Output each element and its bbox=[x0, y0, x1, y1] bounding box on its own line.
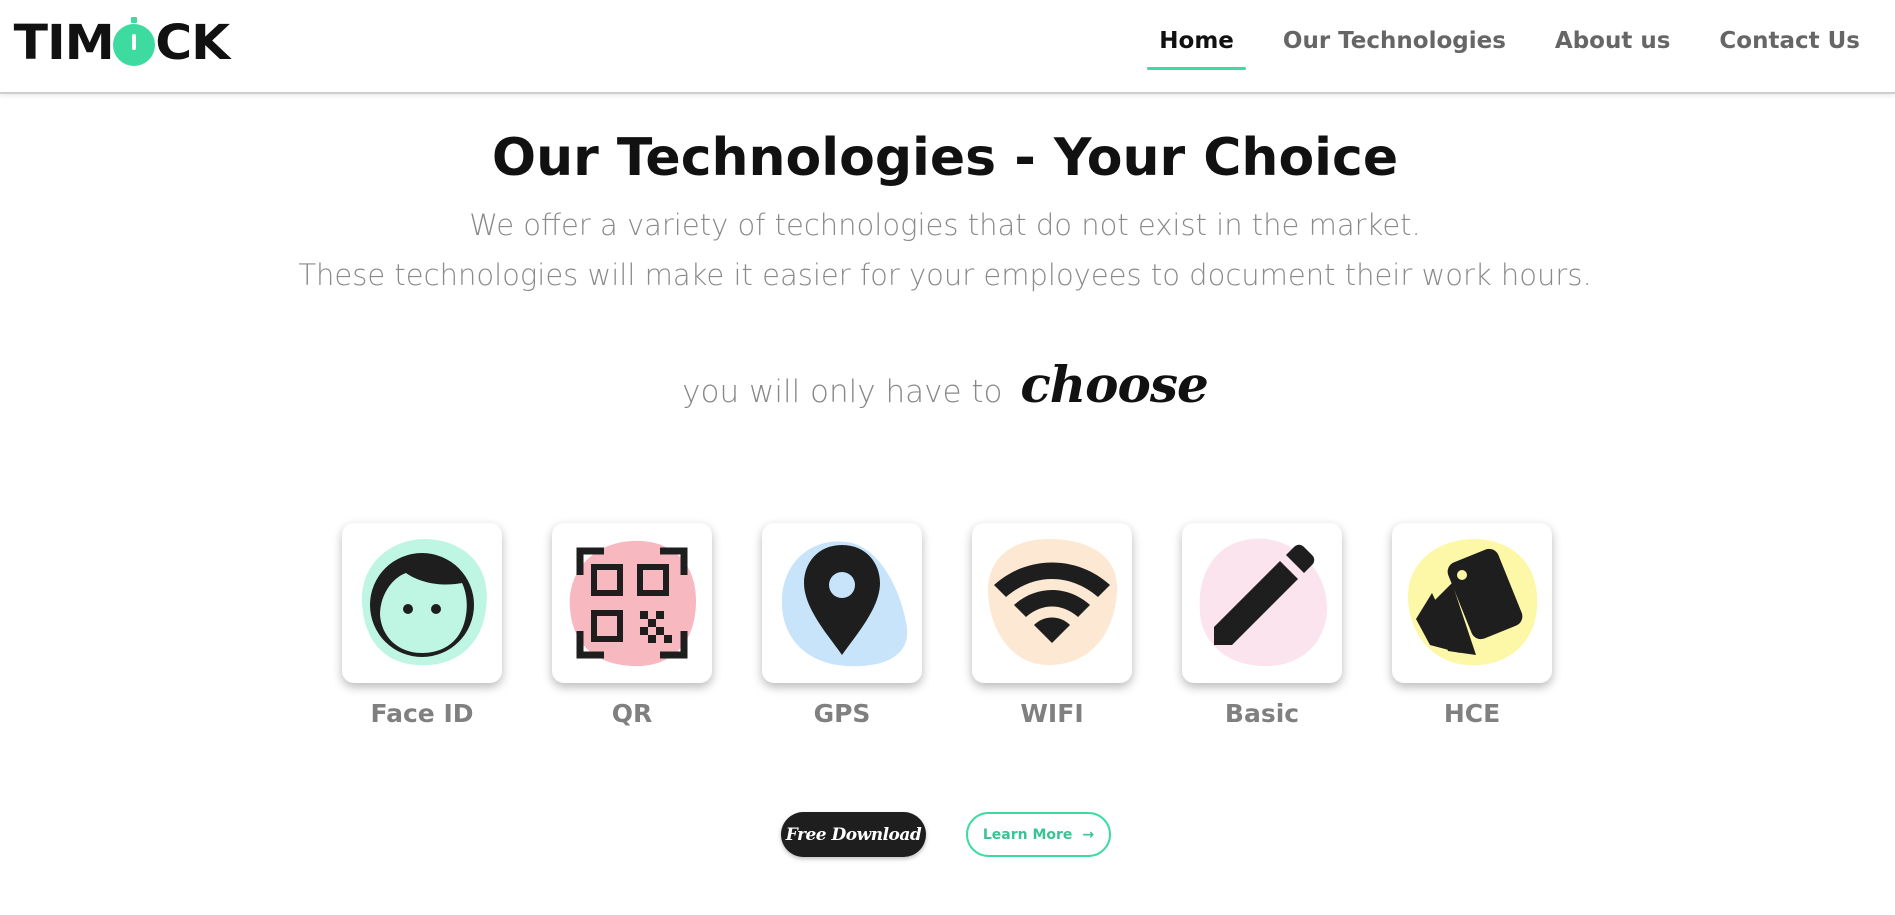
subtitle-line-2: These technologies will make it easier f… bbox=[298, 258, 1592, 292]
qr-code-icon bbox=[569, 540, 697, 667]
choose-tagline: you will only have to choose bbox=[0, 355, 1890, 414]
choose-word: choose bbox=[1020, 355, 1208, 414]
page-title: Our Technologies - Your Choice bbox=[491, 128, 1399, 188]
logo-text-start: TIM bbox=[13, 15, 115, 71]
nav-contact-us[interactable]: Contact Us bbox=[1707, 22, 1872, 64]
card-hce[interactable]: HCE bbox=[1392, 523, 1552, 728]
card-qr[interactable]: QR bbox=[552, 523, 712, 728]
card-label-gps: GPS bbox=[813, 699, 871, 728]
cards-icon bbox=[1407, 538, 1538, 666]
card-basic[interactable]: Basic bbox=[1182, 523, 1342, 728]
card-wifi[interactable]: WIFI bbox=[972, 523, 1132, 728]
free-download-button[interactable]: Free Download bbox=[781, 812, 926, 857]
card-label-face-id: Face ID bbox=[370, 699, 474, 728]
stopwatch-icon bbox=[113, 17, 156, 66]
learn-more-label: Learn More bbox=[982, 826, 1073, 843]
technology-cards: Face ID QR GPS WIFI Basic HCE bbox=[342, 523, 1552, 733]
arrow-right-icon: → bbox=[1082, 826, 1095, 843]
nav-our-technologies[interactable]: Our Technologies bbox=[1271, 22, 1518, 64]
main-nav: Home Our Technologies About us Contact U… bbox=[1122, 22, 1895, 70]
face-icon bbox=[361, 538, 487, 666]
card-label-wifi: WIFI bbox=[1020, 699, 1084, 728]
timock-logo[interactable]: TIM CK bbox=[13, 15, 231, 71]
card-label-qr: QR bbox=[611, 699, 653, 728]
card-gps[interactable]: GPS bbox=[762, 523, 922, 728]
site-header: TIM CK Home Our Technologies About us Co… bbox=[0, 0, 1895, 94]
learn-more-button[interactable]: Learn More → bbox=[966, 812, 1111, 857]
nav-about-us[interactable]: About us bbox=[1543, 22, 1683, 64]
logo-text-end: CK bbox=[155, 15, 231, 71]
nav-home[interactable]: Home bbox=[1147, 22, 1246, 70]
wifi-icon bbox=[987, 538, 1118, 666]
pencil-icon bbox=[1199, 538, 1327, 667]
choose-prefix: you will only have to bbox=[682, 374, 1003, 410]
card-label-hce: HCE bbox=[1443, 699, 1501, 728]
subtitle-line-1: We offer a variety of technologies that … bbox=[469, 208, 1421, 242]
location-pin-icon bbox=[781, 541, 908, 667]
card-face-id[interactable]: Face ID bbox=[342, 523, 502, 728]
card-label-basic: Basic bbox=[1224, 699, 1300, 728]
